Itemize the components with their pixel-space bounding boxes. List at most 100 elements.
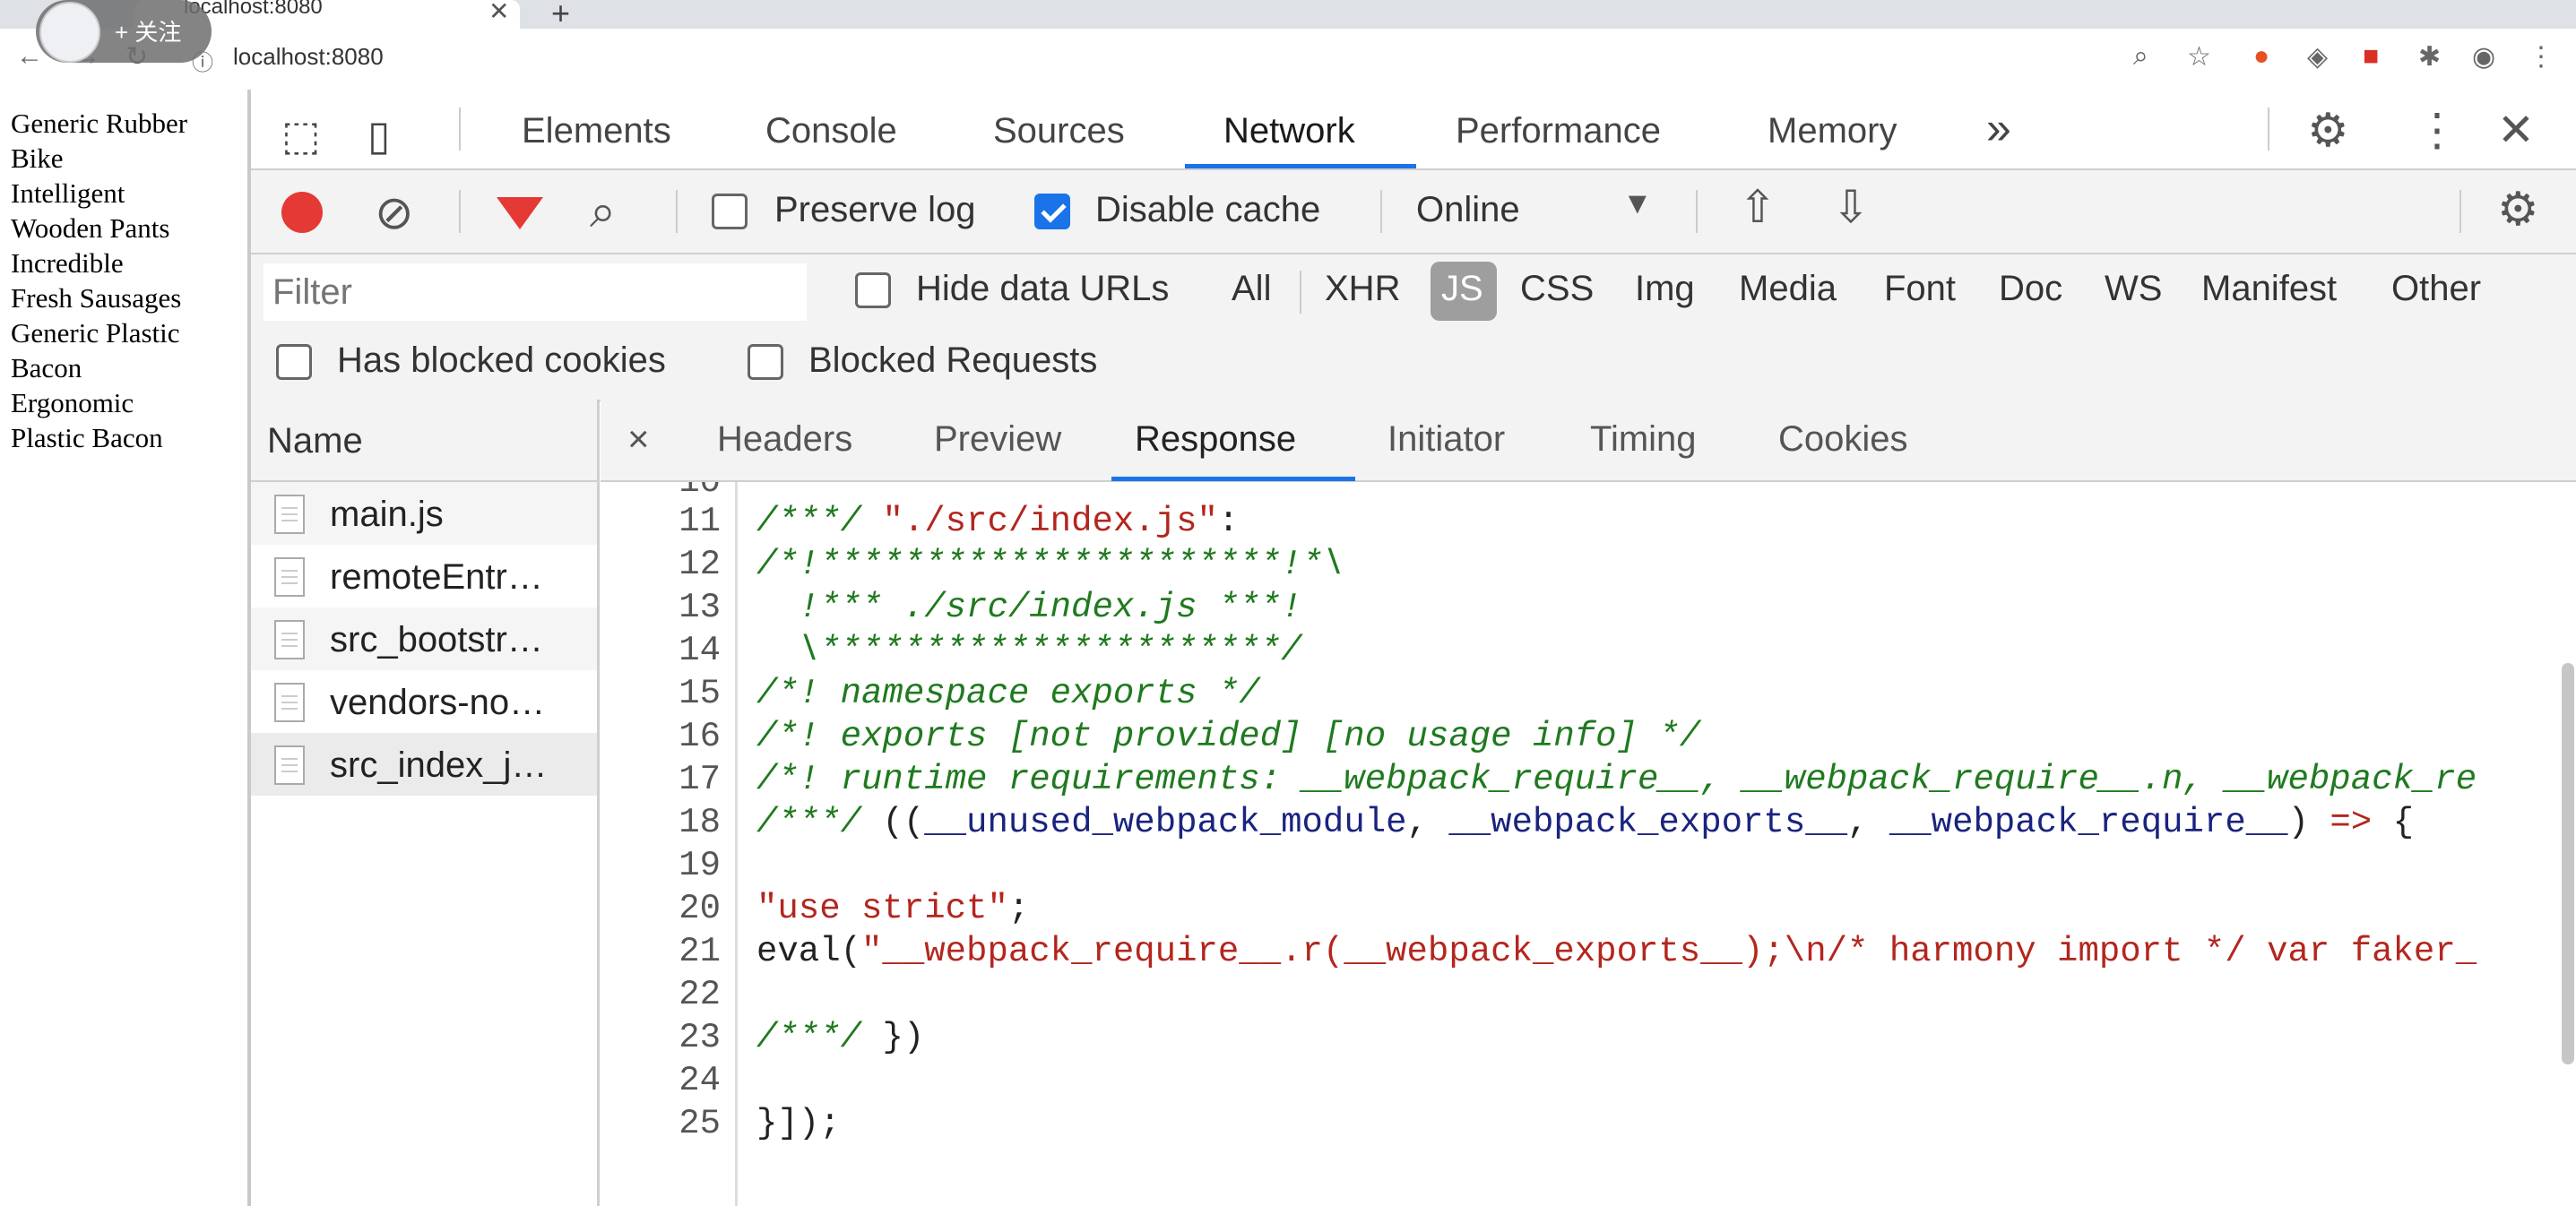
request-row[interactable]: remoteEntr… <box>251 545 597 607</box>
profile-avatar-icon[interactable]: ◉ <box>2472 41 2495 73</box>
request-row[interactable]: src_bootstr… <box>251 607 597 670</box>
code-scrollbar[interactable] <box>2562 663 2574 1064</box>
extension-red-icon[interactable]: ■ <box>2363 41 2379 72</box>
disable-cache-label: Disable cache <box>1095 190 1321 229</box>
type-filter-xhr[interactable]: XHR <box>1325 269 1400 309</box>
more-tabs-icon[interactable]: » <box>1986 102 2011 154</box>
divider <box>1696 190 1698 233</box>
close-devtools-icon[interactable]: ✕ <box>2497 104 2535 156</box>
type-filter-doc[interactable]: Doc <box>1999 269 2062 309</box>
line-number: 16 <box>679 717 721 756</box>
tab-preview[interactable]: Preview <box>934 419 1061 460</box>
blocked-requests-checkbox[interactable] <box>748 344 783 380</box>
type-filter-other[interactable]: Other <box>2391 269 2481 309</box>
follow-overlay[interactable]: + 关注 <box>36 0 212 63</box>
extension-icon[interactable]: ● <box>2253 41 2269 72</box>
code-token: /***/ <box>756 1018 883 1057</box>
code-token: !*** ./src/index.js ***! <box>756 588 1302 627</box>
divider <box>1300 271 1301 314</box>
network-settings-gear-icon[interactable]: ⚙ <box>2497 183 2539 237</box>
code-line: !*** ./src/index.js ***! <box>756 588 1302 627</box>
throttling-select[interactable]: Online <box>1416 190 1520 230</box>
code-token: { <box>2372 803 2414 842</box>
bookmark-star-icon[interactable]: ☆ <box>2187 41 2211 73</box>
inspect-element-icon[interactable]: ⬚ <box>281 111 320 159</box>
line-number: 19 <box>679 846 721 885</box>
upload-har-icon[interactable]: ⇧ <box>1739 181 1776 233</box>
has-blocked-cookies-checkbox[interactable] <box>276 344 312 380</box>
type-filter-all[interactable]: All <box>1232 269 1271 309</box>
filter-input[interactable] <box>264 263 807 321</box>
device-toolbar-icon[interactable]: ▯ <box>367 111 390 159</box>
type-filter-css[interactable]: CSS <box>1520 269 1594 309</box>
tab-initiator[interactable]: Initiator <box>1387 419 1505 460</box>
tab-elements[interactable]: Elements <box>522 111 671 151</box>
settings-gear-icon[interactable]: ⚙ <box>2307 104 2349 158</box>
line-number: 15 <box>679 674 721 713</box>
line-number: 21 <box>679 932 721 971</box>
customize-menu-icon[interactable]: ⋮ <box>2415 104 2459 156</box>
clear-icon[interactable]: ⊘ <box>375 186 414 240</box>
tab-headers[interactable]: Headers <box>717 419 852 460</box>
line-number: 14 <box>679 631 721 670</box>
product-text: Incredible <box>11 247 124 279</box>
type-filter-font[interactable]: Font <box>1884 269 1956 309</box>
request-row[interactable]: main.js <box>251 482 597 545</box>
tab-response[interactable]: Response <box>1135 419 1296 460</box>
product-text: Wooden Pants <box>11 212 170 244</box>
preserve-log-checkbox[interactable] <box>712 194 748 229</box>
type-filter-img[interactable]: Img <box>1635 269 1695 309</box>
type-filter-ws[interactable]: WS <box>2105 269 2162 309</box>
blocked-requests-label: Blocked Requests <box>808 340 1098 380</box>
tab-cookies[interactable]: Cookies <box>1778 419 1908 460</box>
devtools-tabbar: ⬚ ▯ Elements Console Sources Network Per… <box>251 90 2576 170</box>
type-filter-manifest[interactable]: Manifest <box>2201 269 2337 309</box>
type-filter-js[interactable]: JS <box>1441 269 1483 309</box>
line-number: 24 <box>679 1061 721 1100</box>
product-text: Bike <box>11 142 64 174</box>
request-name: src_bootstr… <box>330 620 543 659</box>
request-row-selected[interactable]: src_index_j… <box>251 733 597 796</box>
download-har-icon[interactable]: ⇩ <box>1832 181 1870 233</box>
code-line: /*! namespace exports */ <box>756 674 1260 713</box>
tab-console[interactable]: Console <box>765 111 897 151</box>
request-row[interactable]: vendors-no… <box>251 670 597 733</box>
new-tab-icon[interactable]: + <box>551 0 570 32</box>
hide-data-urls-checkbox[interactable] <box>855 272 891 308</box>
tab-memory[interactable]: Memory <box>1768 111 1897 151</box>
code-token: __unused_webpack_module <box>924 803 1407 842</box>
browser-tabstrip: localhost:8080 ✕ + <box>0 0 2576 32</box>
code-token: "__webpack_require__.r(__webpack_exports… <box>861 932 2477 971</box>
divider <box>459 108 461 151</box>
search-icon[interactable]: ⌕ <box>590 185 616 239</box>
chevron-down-icon[interactable]: ▼ <box>1622 186 1653 221</box>
code-token: , <box>1847 803 1889 842</box>
record-button[interactable] <box>281 192 323 233</box>
line-number: 11 <box>679 502 721 541</box>
tab-timing[interactable]: Timing <box>1590 419 1697 460</box>
type-filter-media[interactable]: Media <box>1739 269 1837 309</box>
code-token: /***/ <box>756 502 883 541</box>
zoom-icon[interactable]: ⌕ <box>2133 41 2148 72</box>
tab-sources[interactable]: Sources <box>993 111 1125 151</box>
tab-network[interactable]: Network <box>1223 111 1355 151</box>
code-line: /*! runtime requirements: __webpack_requ… <box>756 760 2477 799</box>
request-detail: × Headers Preview Response Initiator Tim… <box>601 400 2576 1206</box>
extensions-puzzle-icon[interactable]: ✱ <box>2418 41 2441 73</box>
disable-cache-checkbox[interactable] <box>1034 194 1070 229</box>
code-token: /***/ <box>756 803 883 842</box>
line-number: 20 <box>679 889 721 928</box>
extension-shield-icon[interactable]: ◈ <box>2307 41 2328 73</box>
filter-icon[interactable] <box>497 197 543 229</box>
name-column-header[interactable]: Name <box>267 421 363 461</box>
browser-menu-icon[interactable]: ⋮ <box>2528 41 2554 73</box>
response-code-view[interactable]: 10 11 12 13 14 15 16 17 18 19 20 21 22 23 24 25 /***/ … <box>601 482 2576 1206</box>
file-icon <box>274 557 305 597</box>
address-bar[interactable]: localhost:8080 <box>233 43 384 71</box>
code-token: __webpack_exports__ <box>1448 803 1848 842</box>
code-line: /***/ ((__unused_webpack_module, __webpa… <box>756 803 2414 842</box>
tab-performance[interactable]: Performance <box>1456 111 1661 151</box>
active-tab-indicator <box>1185 164 1416 168</box>
close-detail-icon[interactable]: × <box>627 418 650 461</box>
close-tab-icon[interactable]: ✕ <box>488 0 509 26</box>
